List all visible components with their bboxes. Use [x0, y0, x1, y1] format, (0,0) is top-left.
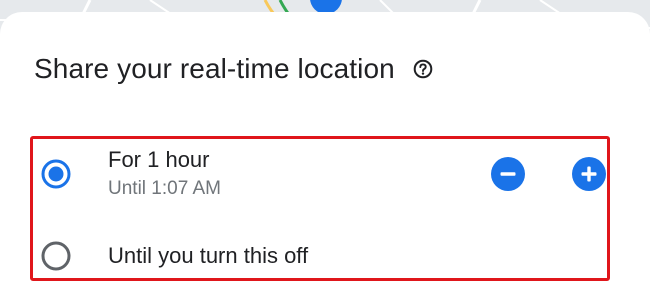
radio-for-1-hour[interactable]: [40, 158, 72, 190]
option-for-1-hour-label[interactable]: For 1 hour: [108, 147, 210, 173]
decrease-duration-button[interactable]: [491, 157, 525, 191]
help-icon[interactable]: [413, 59, 433, 79]
option-until-turned-off-label[interactable]: Until you turn this off: [108, 243, 308, 269]
plus-circle-icon: [572, 157, 606, 191]
increase-duration-button[interactable]: [572, 157, 606, 191]
dialog-header: Share your real-time location: [34, 53, 433, 85]
option-for-1-hour-until: Until 1:07 AM: [108, 178, 221, 199]
dialog-title: Share your real-time location: [34, 53, 395, 84]
minus-circle-icon: [491, 157, 525, 191]
radio-until-turned-off[interactable]: [40, 240, 72, 272]
